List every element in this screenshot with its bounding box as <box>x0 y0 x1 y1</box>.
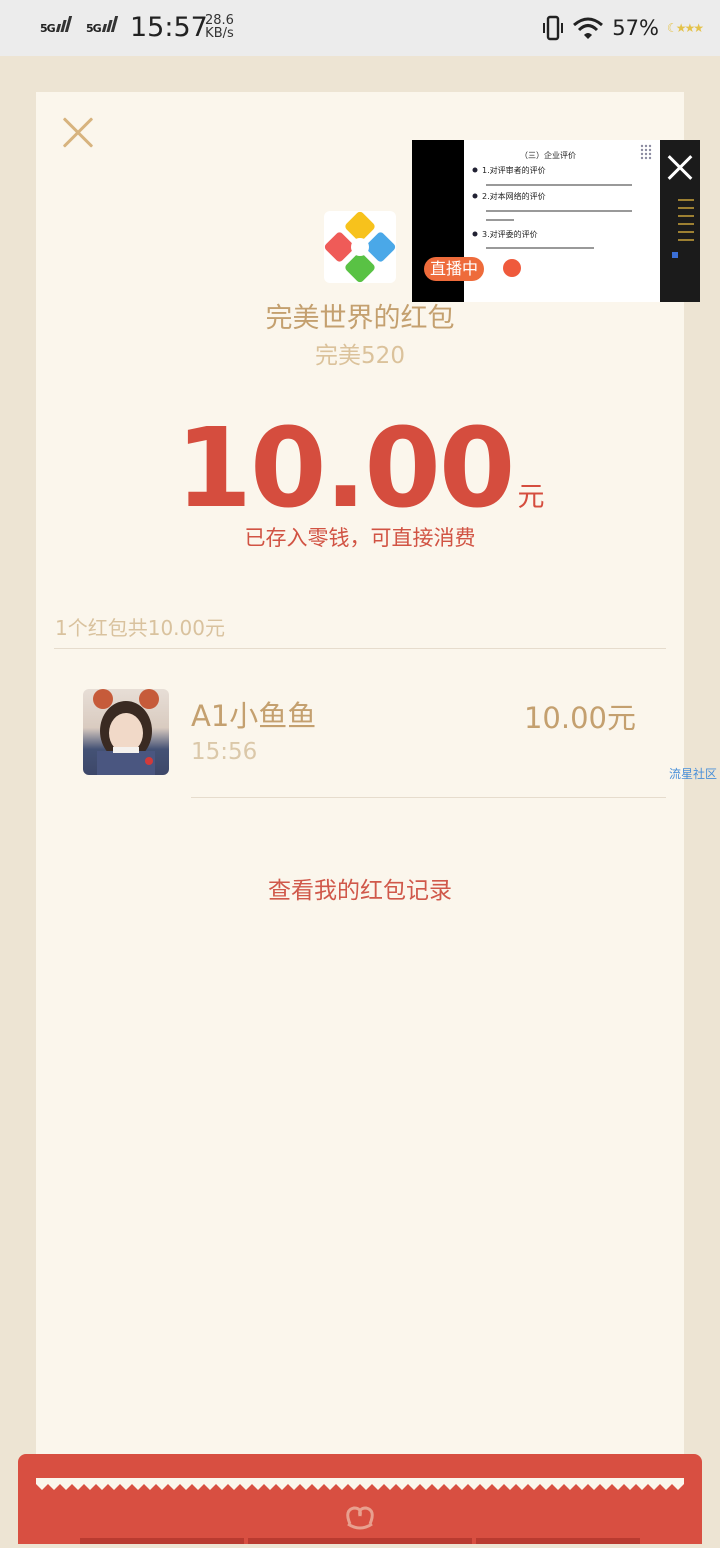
receiver-time: 15:56 <box>191 739 258 765</box>
record-dot-icon <box>503 259 521 277</box>
vibrate-icon <box>543 15 564 41</box>
slide-line: 3.对评委的评价 <box>482 229 538 239</box>
network-speed-unit: KB/s <box>205 26 234 41</box>
network-speed: 28.6 KB/s <box>205 14 234 40</box>
battery-percentage: 57% <box>612 16 659 40</box>
live-close-icon[interactable] <box>660 148 700 188</box>
amount-value: 10.00 <box>175 404 516 532</box>
zigzag-edge <box>36 1478 684 1490</box>
clock: 15:57 <box>130 12 208 43</box>
wish-message: 完美520 <box>315 343 405 369</box>
live-stream-slide: （三）企业评价 1.对评审者的评价 2.对本网络的评价 3.对评委的评价 <box>464 140 676 302</box>
status-bar: 5G 5G 15:57 28.6 KB/s 57% ☾★★★ <box>0 0 720 56</box>
divider <box>54 648 666 649</box>
signal-bars-icon <box>101 16 118 35</box>
signal-1-indicator: 5G <box>40 16 72 35</box>
signal-bars-icon <box>55 16 72 35</box>
signal-1-label: 5G <box>40 22 56 35</box>
slide-line: 2.对本网络的评价 <box>482 191 546 201</box>
moon-stars-icon: ☾★★★ <box>666 21 704 35</box>
wifi-icon <box>573 17 604 39</box>
close-icon[interactable] <box>60 115 96 151</box>
packet-summary: 1个红包共10.00元 <box>55 616 225 640</box>
receiver-amount: 10.00元 <box>523 701 636 735</box>
view-records-link[interactable]: 查看我的红包记录 <box>0 871 720 905</box>
signal-2-label: 5G <box>86 22 102 35</box>
amount-display: 10.00 元 <box>0 404 720 532</box>
slide-line: （三）企业评价 <box>520 150 576 160</box>
watermark-text: 流星社区 <box>669 767 718 781</box>
receiver-name: A1小鱼鱼 <box>191 699 317 733</box>
amount-unit: 元 <box>517 482 545 513</box>
app-logo-icon <box>324 211 396 283</box>
live-badge: 直播中 <box>424 257 485 281</box>
avatar[interactable] <box>83 689 169 775</box>
slide-line: 1.对评审者的评价 <box>482 165 546 175</box>
divider <box>191 797 666 798</box>
signal-2-indicator: 5G <box>86 16 118 35</box>
red-envelope-bottom <box>18 1454 702 1544</box>
stored-note: 已存入零钱，可直接消费 <box>244 526 476 550</box>
